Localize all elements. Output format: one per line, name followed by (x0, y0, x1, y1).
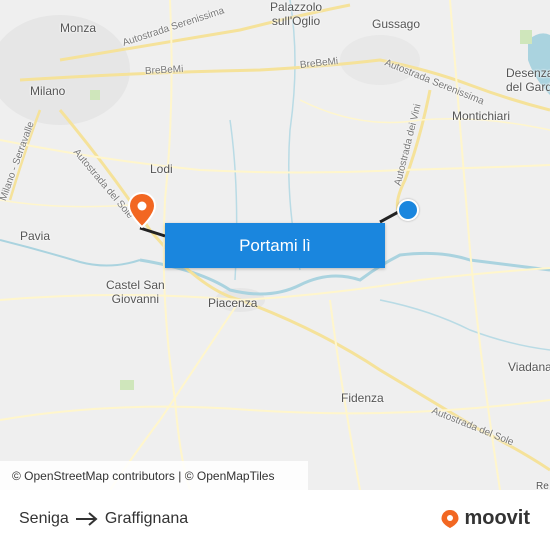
road-label-brebemi-west: BreBeMi (144, 63, 184, 77)
place-label-desenzano: Desenzano del Garda (506, 66, 550, 94)
place-label-monza: Monza (60, 21, 97, 35)
destination-pin-icon[interactable] (127, 191, 157, 233)
moovit-pin-icon (441, 509, 459, 528)
moovit-logo: moovit (440, 507, 530, 530)
brand-name: moovit (464, 507, 530, 529)
route-origin: Seniga (19, 510, 69, 527)
place-label-castel-san-giovanni: Castel San Giovanni (106, 278, 165, 306)
route-summary: Seniga Graffignana (19, 510, 188, 528)
place-label-palazzolo: Palazzolo sull'Oglio (270, 0, 323, 28)
place-label-montichiari: Montichiari (452, 109, 511, 123)
place-label-fidenza: Fidenza (341, 391, 384, 405)
place-label-gussago: Gussago (372, 17, 421, 31)
take-me-there-button[interactable]: Portami lì (165, 223, 385, 268)
origin-marker[interactable] (397, 199, 419, 221)
place-label-viadana: Viadana (508, 360, 550, 374)
place-label-lodi: Lodi (150, 162, 173, 176)
arrow-right-icon (75, 512, 99, 526)
map[interactable]: Palazzolo sull'Oglio Gussago Monza Milan… (0, 0, 550, 490)
place-label-pavia: Pavia (20, 229, 51, 243)
place-label-piacenza: Piacenza (208, 296, 258, 310)
place-label-milano: Milano (30, 84, 66, 98)
route-destination: Graffignana (104, 510, 189, 527)
map-attribution[interactable]: © OpenStreetMap contributors | © OpenMap… (0, 461, 308, 490)
place-label-re: Re (536, 481, 549, 490)
